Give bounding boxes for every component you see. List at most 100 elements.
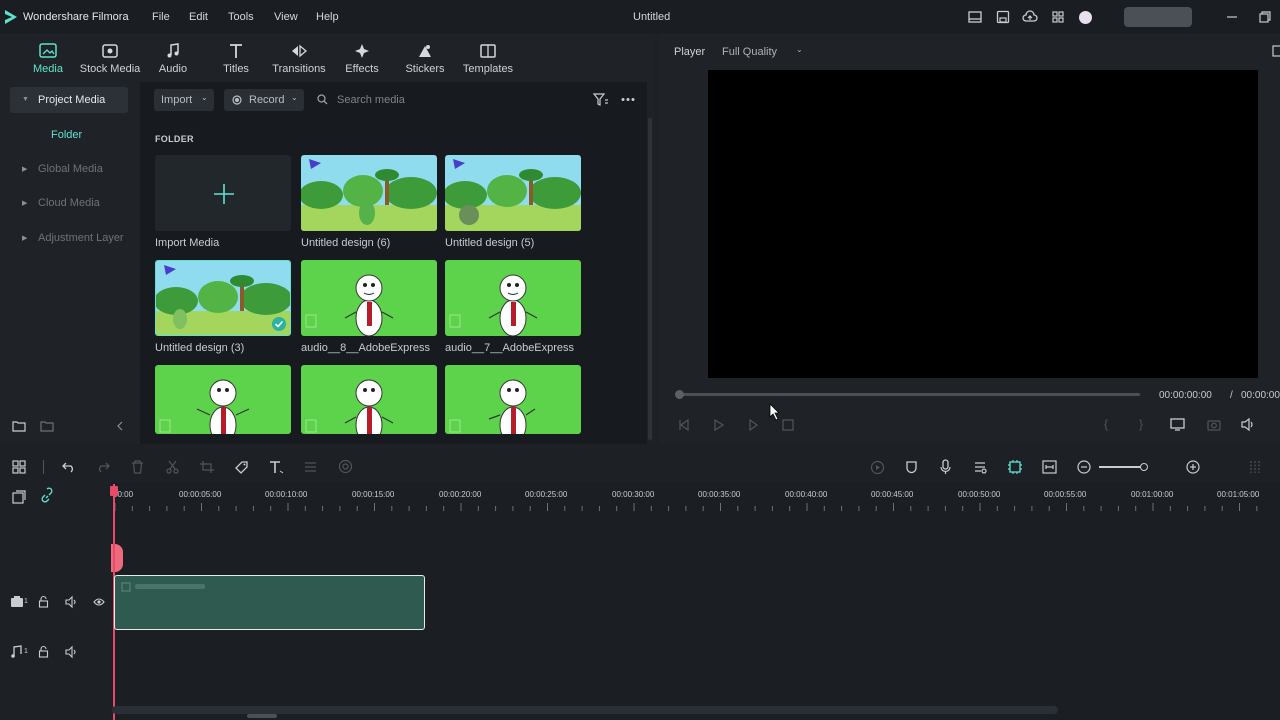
cloud-upload-icon[interactable]: [1022, 10, 1038, 24]
redo-icon[interactable]: [96, 461, 110, 473]
tile-label: audio__8__AdobeExpress: [301, 342, 431, 354]
collapse-sidebar-icon[interactable]: [116, 421, 124, 431]
lock-icon[interactable]: [38, 595, 49, 608]
color-icon[interactable]: [338, 459, 353, 474]
media-thumbnail-selected[interactable]: [155, 260, 291, 336]
grid-apps-icon[interactable]: [1051, 10, 1065, 24]
ruler-label: 00:00:20:00: [439, 490, 482, 499]
add-track-icon[interactable]: [12, 490, 26, 504]
media-thumbnail[interactable]: [301, 155, 437, 231]
layout-icon[interactable]: [968, 10, 982, 24]
mark-in-icon[interactable]: {: [1104, 417, 1108, 431]
speaker-icon[interactable]: [65, 595, 78, 609]
tag-icon[interactable]: [234, 460, 249, 475]
search-input[interactable]: Search media: [337, 94, 405, 106]
play-icon[interactable]: [713, 418, 725, 432]
tab-transitions[interactable]: Transitions: [267, 43, 331, 75]
tab-templates[interactable]: Templates: [456, 43, 520, 75]
restore-icon[interactable]: [1258, 10, 1272, 24]
media-scrollbar[interactable]: [648, 118, 652, 440]
sidebar-item-global-media[interactable]: ▶ Global Media: [10, 156, 128, 182]
render-preview-icon[interactable]: [870, 460, 885, 475]
media-thumbnail[interactable]: [445, 260, 581, 336]
microphone-icon[interactable]: [939, 459, 952, 475]
zoom-out-icon[interactable]: [1077, 460, 1091, 474]
text-icon[interactable]: [268, 460, 284, 474]
fit-timeline-icon[interactable]: [1042, 460, 1057, 474]
drag-handle-icon[interactable]: [1248, 459, 1262, 475]
playhead-handle[interactable]: [110, 486, 118, 496]
delete-icon[interactable]: [131, 460, 144, 474]
layout-grid-icon[interactable]: [12, 460, 26, 474]
record-button[interactable]: Record ⌄: [224, 89, 304, 111]
undo-icon[interactable]: [62, 461, 76, 473]
snapshot-icon[interactable]: [1207, 418, 1221, 431]
menu-help[interactable]: Help: [316, 11, 339, 23]
media-thumbnail[interactable]: [155, 365, 291, 434]
ai-tool-icon[interactable]: [1007, 459, 1023, 475]
stop-icon[interactable]: [782, 419, 794, 431]
audio-mixer-icon[interactable]: [973, 460, 988, 475]
link-icon[interactable]: [40, 487, 54, 504]
preview-screen[interactable]: [708, 70, 1258, 378]
tab-effects[interactable]: Effects: [330, 43, 394, 75]
menu-view[interactable]: View: [274, 11, 298, 23]
cut-icon[interactable]: [166, 460, 179, 474]
minimize-icon[interactable]: [1225, 10, 1239, 24]
new-folder-icon[interactable]: [12, 419, 26, 433]
tab-audio[interactable]: Audio: [141, 43, 205, 75]
sidebar-item-folder[interactable]: Folder: [51, 129, 82, 141]
media-thumbnail[interactable]: [301, 260, 437, 336]
display-icon[interactable]: [1170, 418, 1185, 431]
expand-triangle-icon: ▶: [22, 166, 28, 173]
sidebar-item-project-media[interactable]: ▼ Project Media: [10, 87, 128, 113]
mark-out-icon[interactable]: }: [1139, 417, 1143, 431]
timeline-scrollbar-thumb[interactable]: [247, 714, 277, 718]
media-thumbnail[interactable]: [301, 365, 437, 434]
playback-progress-bar[interactable]: [678, 393, 1140, 396]
media-thumbnail[interactable]: [445, 365, 581, 434]
lock-icon[interactable]: [38, 645, 49, 658]
tab-stock-media[interactable]: Stock Media: [78, 43, 142, 75]
zoom-slider-handle[interactable]: [1140, 463, 1148, 471]
shield-icon[interactable]: [905, 460, 918, 475]
panel-icon[interactable]: [1272, 45, 1280, 57]
eye-icon[interactable]: [93, 597, 105, 607]
quality-dropdown[interactable]: Full Quality: [722, 46, 777, 58]
tab-label: Stock Media: [79, 63, 141, 75]
check-icon: [272, 317, 286, 331]
jungle-thumbnail-image: [301, 155, 437, 231]
filter-icon[interactable]: [592, 93, 609, 107]
tab-media[interactable]: Media: [16, 43, 80, 75]
progress-handle[interactable]: [675, 390, 684, 399]
next-frame-icon[interactable]: [748, 418, 760, 432]
video-clip[interactable]: [114, 575, 425, 630]
avatar[interactable]: [1079, 11, 1092, 24]
folder-icon[interactable]: [40, 419, 54, 433]
adjust-icon[interactable]: [303, 460, 318, 474]
tab-label: Stickers: [405, 63, 445, 75]
chevron-down-icon: ⌄: [796, 45, 803, 54]
menu-edit[interactable]: Edit: [189, 11, 208, 23]
sidebar-item-label: Global Media: [38, 163, 103, 175]
tab-stickers[interactable]: Stickers: [393, 43, 457, 75]
music-track-icon: [11, 645, 22, 658]
media-thumbnail[interactable]: [445, 155, 581, 231]
import-media-tile[interactable]: [155, 155, 291, 231]
zoom-in-icon[interactable]: [1186, 460, 1200, 474]
save-icon[interactable]: [996, 10, 1010, 24]
crop-icon[interactable]: [199, 460, 215, 474]
volume-icon[interactable]: [1241, 417, 1255, 432]
previous-frame-icon[interactable]: [678, 418, 690, 432]
sidebar-item-cloud-media[interactable]: ▶ Cloud Media: [10, 190, 128, 216]
menu-file[interactable]: File: [152, 11, 170, 23]
import-button[interactable]: Import ⌄: [154, 89, 214, 111]
account-button[interactable]: [1124, 7, 1192, 27]
tab-titles[interactable]: Titles: [204, 43, 268, 75]
folder-heading: FOLDER: [155, 134, 194, 144]
menu-tools[interactable]: Tools: [228, 11, 254, 23]
speaker-icon[interactable]: [65, 645, 78, 659]
more-options-icon[interactable]: [621, 97, 635, 102]
timeline-scrollbar[interactable]: [112, 706, 1058, 714]
sidebar-item-adjustment-layer[interactable]: ▶ Adjustment Layer: [10, 225, 128, 251]
